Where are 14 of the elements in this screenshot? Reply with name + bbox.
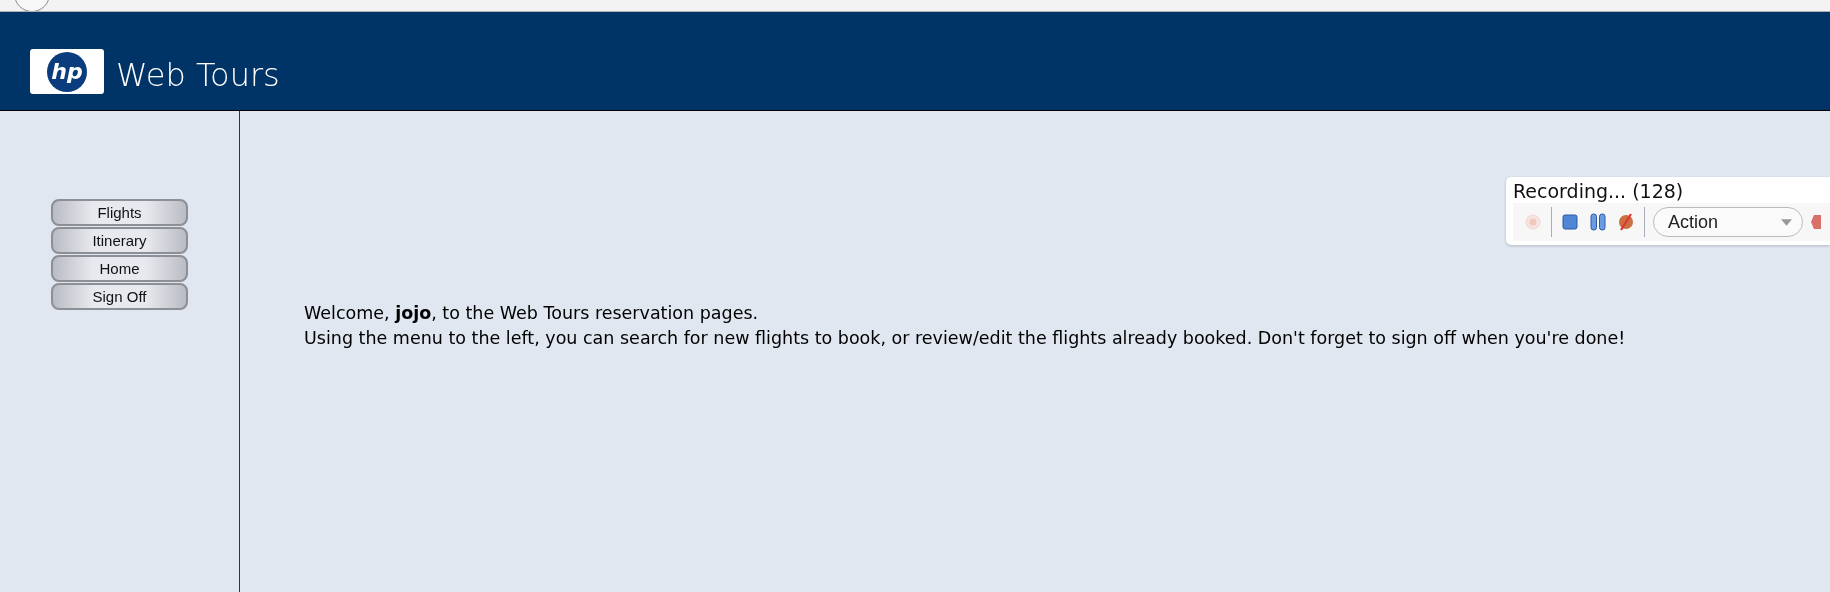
pause-icon[interactable] (1588, 212, 1608, 232)
no-entry-icon[interactable] (1616, 212, 1636, 232)
welcome-text: Using the menu to the left, you can search for new flights to book, or review/edit the flights already booked. Don't forget to sign off when you're done! (304, 327, 1627, 350)
menu-button[interactable]: Flights (51, 199, 188, 226)
recording-status: Recording... (128) (1513, 179, 1685, 203)
action-dropdown[interactable]: Action (1653, 207, 1803, 237)
menu-button[interactable]: Home (51, 255, 188, 282)
menu-button[interactable]: Itinerary (51, 227, 188, 254)
caret-icon (1781, 218, 1792, 226)
site-title: Web Tours (116, 59, 280, 94)
menu-button[interactable]: Sign Off (51, 283, 188, 310)
welcome-text: Welcome, jojo, to the Web Tours reservation pages. (304, 302, 760, 325)
logo-icon: hp (30, 49, 104, 94)
stop-icon[interactable] (1560, 212, 1580, 232)
